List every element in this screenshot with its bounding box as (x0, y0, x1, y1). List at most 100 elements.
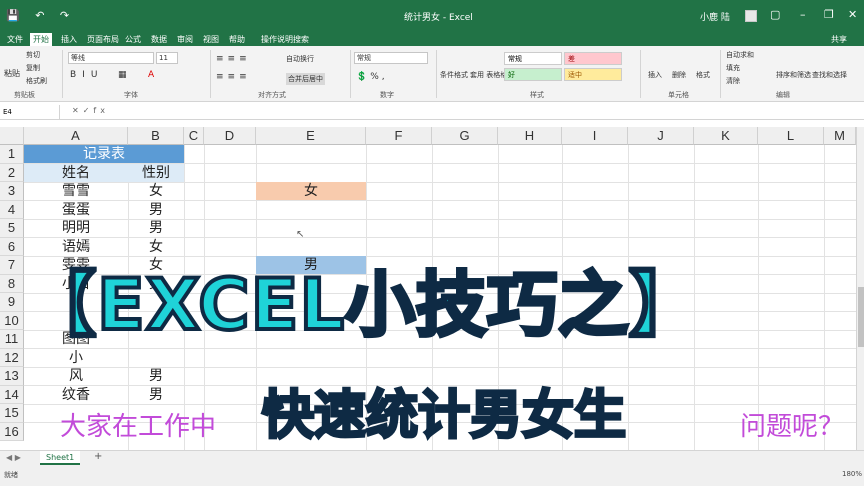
table-title-cell[interactable]: 记录表 (24, 145, 184, 163)
tell-me-search[interactable]: 操作说明搜索 (258, 33, 312, 46)
row-header[interactable]: 11 (0, 330, 24, 349)
row-header[interactable]: 9 (0, 293, 24, 312)
row-header[interactable]: 6 (0, 237, 24, 256)
vertical-scrollbar[interactable] (856, 127, 864, 450)
conditional-format-button[interactable]: 条件格式 (440, 70, 468, 80)
tab-page-layout[interactable]: 页面布局 (84, 33, 122, 46)
sheet-nav-icon[interactable]: ◀ ▶ (6, 453, 21, 462)
number-format-icons[interactable]: 💲%, (356, 72, 388, 82)
name-cell[interactable]: 风 (24, 367, 128, 385)
autosum-button[interactable]: 自动求和 (726, 50, 754, 60)
minimize-icon[interactable]: – (800, 8, 806, 21)
gender-cell[interactable]: 女 (128, 182, 184, 200)
avatar[interactable] (745, 10, 757, 22)
zoom-level[interactable]: 180% (842, 470, 862, 478)
name-cell[interactable]: 明明 (24, 219, 128, 237)
font-size-select[interactable]: 11 (156, 52, 178, 64)
header-gender-cell[interactable]: 性别 (128, 163, 184, 182)
clear-button[interactable]: 清除 (726, 76, 740, 86)
column-header-i[interactable]: I (562, 127, 628, 145)
tab-data[interactable]: 数据 (148, 33, 170, 46)
find-select-button[interactable]: 查找和选择 (812, 70, 847, 80)
tab-help[interactable]: 帮助 (226, 33, 248, 46)
restore-icon[interactable]: ❐ (824, 8, 834, 21)
ribbon-display-icon[interactable]: ▢ (770, 8, 780, 21)
style-good[interactable]: 好 (504, 68, 562, 81)
name-cell[interactable]: 小 (24, 349, 128, 367)
select-all-corner[interactable] (0, 127, 24, 145)
tab-formulas[interactable]: 公式 (122, 33, 144, 46)
row-header[interactable]: 10 (0, 311, 24, 330)
insert-cells-button[interactable]: 插入 (648, 70, 662, 80)
female-label-cell[interactable]: 女 (256, 182, 366, 200)
sort-filter-button[interactable]: 排序和筛选 (776, 70, 811, 80)
style-bad[interactable]: 差 (564, 52, 622, 65)
borders-icon[interactable]: ▦ (118, 70, 127, 80)
name-cell[interactable]: 蛋蛋 (24, 201, 128, 219)
number-format-select[interactable]: 常规 (354, 52, 428, 64)
merge-center-button[interactable]: 合并后居中 (286, 73, 325, 85)
row-header[interactable]: 12 (0, 348, 24, 367)
share-button[interactable]: 共享 (828, 33, 850, 46)
column-header-h[interactable]: H (498, 127, 562, 145)
cut-button[interactable]: 剪切 (26, 50, 40, 60)
column-header-b[interactable]: B (128, 127, 184, 145)
font-style-buttons[interactable]: BIU (70, 70, 103, 80)
close-icon[interactable]: ✕ (848, 8, 857, 21)
row-header[interactable]: 3 (0, 182, 24, 201)
row-header[interactable]: 2 (0, 163, 24, 182)
user-name[interactable]: 小鹿 陆 (700, 10, 730, 23)
add-sheet-button[interactable]: + (94, 451, 102, 462)
row-header[interactable]: 5 (0, 219, 24, 238)
fx-icon[interactable]: ✕✓fx (72, 106, 109, 115)
tab-home[interactable]: 开始 (30, 33, 52, 46)
column-header-f[interactable]: F (366, 127, 432, 145)
gender-cell[interactable]: 男 (128, 386, 184, 404)
row-header[interactable]: 8 (0, 274, 24, 293)
name-box[interactable]: E4 (0, 105, 60, 119)
tab-view[interactable]: 视图 (200, 33, 222, 46)
gender-cell[interactable]: 男 (128, 219, 184, 237)
gender-cell[interactable]: 男 (128, 367, 184, 385)
column-header-m[interactable]: M (824, 127, 856, 145)
style-neutral[interactable]: 适中 (564, 68, 622, 81)
column-header-d[interactable]: D (204, 127, 256, 145)
row-header[interactable]: 15 (0, 404, 24, 423)
name-cell[interactable]: 纹香 (24, 386, 128, 404)
scrollbar-thumb[interactable] (858, 287, 864, 347)
row-header[interactable]: 13 (0, 367, 24, 386)
gender-cell[interactable]: 男 (128, 201, 184, 219)
tab-insert[interactable]: 插入 (58, 33, 80, 46)
column-header-c[interactable]: C (184, 127, 204, 145)
row-header[interactable]: 1 (0, 145, 24, 164)
quick-access-toolbar[interactable]: 💾 ↶ ↷ (6, 9, 75, 22)
font-color-icon[interactable]: A (148, 70, 154, 80)
delete-cells-button[interactable]: 删除 (672, 70, 686, 80)
style-normal[interactable]: 常规 (504, 52, 562, 65)
wrap-text-button[interactable]: 自动换行 (286, 54, 314, 64)
format-cells-button[interactable]: 格式 (696, 70, 710, 80)
column-header-e[interactable]: E (256, 127, 366, 145)
align-horizontal-icons[interactable]: ≡≡≡ (216, 72, 251, 82)
format-painter-button[interactable]: 格式刷 (26, 76, 47, 86)
tab-review[interactable]: 审阅 (174, 33, 196, 46)
column-header-g[interactable]: G (432, 127, 498, 145)
row-header[interactable]: 4 (0, 200, 24, 219)
fill-button[interactable]: 填充 (726, 63, 740, 73)
tab-file[interactable]: 文件 (4, 33, 26, 46)
column-header-j[interactable]: J (628, 127, 694, 145)
align-top-icons[interactable]: ≡≡≡ (216, 54, 251, 64)
header-name-cell[interactable]: 姓名 (24, 163, 128, 182)
column-header-k[interactable]: K (694, 127, 758, 145)
name-cell[interactable]: 雪雪 (24, 182, 128, 200)
sheet-tab[interactable]: Sheet1 (40, 451, 81, 465)
copy-button[interactable]: 复制 (26, 63, 40, 73)
font-name-select[interactable]: 等线 (68, 52, 154, 64)
column-header-a[interactable]: A (24, 127, 128, 145)
gender-cell[interactable]: 女 (128, 238, 184, 256)
row-header[interactable]: 16 (0, 422, 24, 441)
name-cell[interactable]: 语嫣 (24, 238, 128, 256)
column-header-l[interactable]: L (758, 127, 824, 145)
row-header[interactable]: 7 (0, 256, 24, 275)
row-header[interactable]: 14 (0, 385, 24, 404)
